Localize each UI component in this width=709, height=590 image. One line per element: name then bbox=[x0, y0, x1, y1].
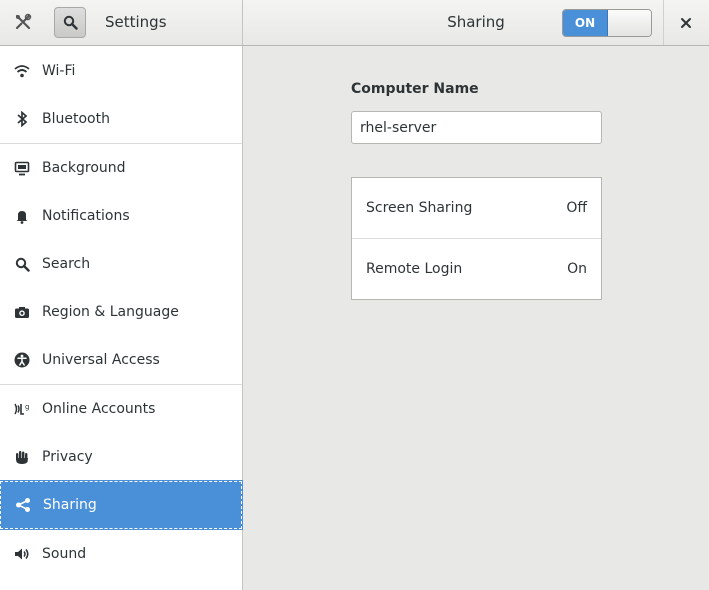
sharing-master-switch[interactable]: ON bbox=[562, 9, 652, 37]
header-bar: Settings Sharing ON bbox=[0, 0, 709, 46]
sidebar-item-label: Online Accounts bbox=[42, 401, 156, 417]
service-label: Remote Login bbox=[366, 261, 463, 277]
sidebar-item-notifications[interactable]: Notifications bbox=[0, 192, 242, 240]
sidebar-item-search[interactable]: Search bbox=[0, 240, 242, 288]
switch-knob bbox=[608, 10, 651, 36]
wifi-icon bbox=[13, 62, 31, 80]
display-icon bbox=[13, 159, 31, 177]
service-label: Screen Sharing bbox=[366, 200, 473, 216]
sidebar-item-sound[interactable]: Sound bbox=[0, 529, 242, 578]
speaker-icon bbox=[13, 545, 31, 563]
computer-name-input[interactable] bbox=[351, 111, 602, 144]
close-button[interactable] bbox=[672, 10, 700, 36]
sidebar-item-wifi[interactable]: Wi-Fi bbox=[0, 46, 242, 95]
list-row-remote-login[interactable]: Remote Login On bbox=[352, 239, 601, 299]
sidebar-item-label: Sharing bbox=[43, 497, 97, 513]
sidebar-item-bluetooth[interactable]: Bluetooth bbox=[0, 95, 242, 143]
sidebar-item-label: Background bbox=[42, 160, 126, 176]
panel-title: Sharing bbox=[447, 13, 505, 31]
sidebar-item-label: Universal Access bbox=[42, 352, 160, 368]
sidebar-item-privacy[interactable]: Privacy bbox=[0, 433, 242, 481]
sidebar: Wi-Fi Bluetooth Background Notifications… bbox=[0, 46, 243, 590]
search-toggle-button[interactable] bbox=[54, 7, 86, 38]
accessibility-icon bbox=[13, 351, 31, 369]
sidebar-item-label: Notifications bbox=[42, 208, 130, 224]
switch-on-label: ON bbox=[563, 10, 608, 36]
sidebar-item-label: Privacy bbox=[42, 449, 93, 465]
settings-tools-icon[interactable] bbox=[9, 8, 37, 36]
search-icon bbox=[63, 15, 78, 30]
sharing-panel: Computer Name Screen Sharing Off Remote … bbox=[243, 46, 709, 590]
search-icon bbox=[13, 255, 31, 273]
sidebar-item-label: Region & Language bbox=[42, 304, 179, 320]
settings-title: Settings bbox=[105, 13, 167, 31]
sidebar-item-label: Wi-Fi bbox=[42, 62, 76, 79]
list-row-screen-sharing[interactable]: Screen Sharing Off bbox=[352, 178, 601, 238]
service-status: Off bbox=[566, 200, 587, 216]
sharing-services-list: Screen Sharing Off Remote Login On bbox=[351, 177, 602, 300]
sidebar-item-label: Sound bbox=[42, 545, 87, 562]
sidebar-item-online-accounts[interactable]: g Online Accounts bbox=[0, 385, 242, 433]
sidebar-item-label: Bluetooth bbox=[42, 111, 110, 127]
header-separator bbox=[663, 0, 664, 45]
bell-icon bbox=[13, 207, 31, 225]
sidebar-item-label: Search bbox=[42, 256, 91, 272]
computer-name-label: Computer Name bbox=[351, 81, 479, 97]
share-icon bbox=[14, 496, 32, 514]
sidebar-item-background[interactable]: Background bbox=[0, 144, 242, 192]
svg-text:g: g bbox=[25, 403, 29, 411]
sidebar-item-region-language[interactable]: Region & Language bbox=[0, 288, 242, 336]
sidebar-item-universal-access[interactable]: Universal Access bbox=[0, 336, 242, 384]
online-accounts-icon: g bbox=[13, 400, 31, 418]
hand-icon bbox=[13, 448, 31, 466]
close-icon bbox=[681, 18, 691, 28]
camera-icon bbox=[13, 303, 31, 321]
bluetooth-icon bbox=[13, 110, 31, 128]
sidebar-item-sharing[interactable]: Sharing bbox=[0, 480, 243, 530]
service-status: On bbox=[567, 261, 587, 277]
